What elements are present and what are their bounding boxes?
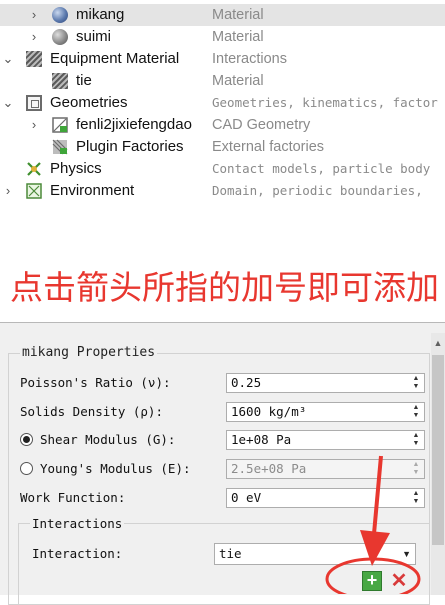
expand-arrow-icon[interactable]: ›	[2, 180, 14, 202]
tree-item-fenli2jixiefengdao[interactable]: › fenli2jixiefengdao CAD Geometry	[0, 114, 445, 136]
plugin-factory-icon	[52, 139, 68, 155]
shear-modulus-radio[interactable]	[20, 433, 33, 446]
tree-item-geometries[interactable]: ⌄ Geometries Geometries, kinematics, fac…	[0, 92, 445, 114]
tree-item-description: External factories	[212, 139, 325, 155]
properties-title: mikang Properties	[20, 345, 158, 360]
interaction-select[interactable]: tie ▼	[214, 543, 416, 565]
tree-item-description: CAD Geometry	[212, 117, 311, 133]
dropdown-arrow-icon[interactable]: ▼	[402, 544, 411, 564]
physics-icon	[27, 162, 41, 176]
material-ball-icon	[52, 7, 68, 23]
youngs-modulus-radio[interactable]	[20, 462, 33, 475]
tree-item-label: Equipment Material	[50, 50, 180, 67]
poisson-ratio-label: Poisson's Ratio (ν):	[20, 375, 171, 390]
tree-item-suimi[interactable]: › suimi Material	[0, 26, 445, 48]
youngs-modulus-spinbox: 2.5e+08 Pa ▲ ▼	[226, 459, 425, 479]
collapse-arrow-icon[interactable]: ⌄	[2, 92, 14, 114]
solids-density-value: 1600 kg/m³	[231, 404, 307, 419]
work-function-spinbox[interactable]: 0 eV ▲ ▼	[226, 488, 425, 508]
tree-item-description: Geometries, kinematics, factor	[212, 95, 438, 110]
cad-geometry-icon	[52, 117, 68, 133]
tree-item-description: Material	[212, 29, 264, 45]
tree-item-plugin-factories[interactable]: Plugin Factories External factories	[0, 136, 445, 158]
spin-arrows-icon: ▲ ▼	[412, 461, 420, 476]
expand-arrow-icon[interactable]: ›	[28, 26, 40, 48]
tree-item-description: Domain, periodic boundaries,	[212, 183, 423, 198]
expand-arrow-icon[interactable]: ›	[28, 114, 40, 136]
scroll-up-arrow-icon[interactable]: ▲	[431, 333, 445, 353]
material-ball-icon	[52, 29, 68, 45]
spin-arrows-icon[interactable]: ▲ ▼	[409, 375, 423, 391]
tree-item-mikang[interactable]: › mikang Material	[0, 4, 445, 26]
hatch-icon	[52, 73, 68, 89]
spin-arrows-icon[interactable]: ▲ ▼	[409, 404, 423, 420]
work-function-label: Work Function:	[20, 490, 126, 505]
tree-item-label: fenli2jixiefengdao	[76, 116, 192, 133]
spin-arrows-icon[interactable]: ▲ ▼	[409, 432, 423, 448]
solids-density-label: Solids Density (ρ):	[20, 404, 163, 419]
tree-item-label: Plugin Factories	[76, 138, 184, 155]
expand-arrow-icon[interactable]: ›	[28, 4, 40, 26]
youngs-modulus-value: 2.5e+08 Pa	[231, 461, 307, 476]
shear-modulus-value: 1e+08 Pa	[231, 432, 292, 447]
tree-item-label: Geometries	[50, 94, 128, 111]
tree-item-physics[interactable]: Physics Contact models, particle body	[0, 158, 445, 180]
hatch-icon	[26, 51, 42, 67]
poisson-ratio-spinbox[interactable]: 0.25 ▲ ▼	[226, 373, 425, 393]
work-function-value: 0 eV	[231, 490, 262, 505]
scrollbar-thumb[interactable]	[432, 355, 444, 545]
interaction-label: Interaction:	[32, 546, 123, 561]
poisson-ratio-value: 0.25	[231, 375, 262, 390]
tree-item-description: Interactions	[212, 51, 287, 67]
tree-item-label: Physics	[50, 160, 102, 177]
tree-item-equipment-material[interactable]: ⌄ Equipment Material Interactions	[0, 48, 445, 70]
geometry-icon	[26, 95, 42, 111]
interaction-value: tie	[219, 546, 242, 561]
interactions-title: Interactions	[30, 516, 125, 531]
tree-item-description: Material	[212, 7, 264, 23]
tree-item-label: mikang	[76, 6, 125, 23]
tree-item-tie[interactable]: tie Material	[0, 70, 445, 92]
add-interaction-button[interactable]: +	[362, 571, 382, 591]
project-tree: › mikang Material › suimi Material ⌄ Equ…	[0, 0, 445, 210]
shear-modulus-spinbox[interactable]: 1e+08 Pa ▲ ▼	[226, 430, 425, 450]
youngs-modulus-label: Young's Modulus (E):	[40, 461, 191, 476]
environment-icon	[26, 183, 42, 199]
properties-panel: mikang Properties ▲ Poisson's Ratio (ν):…	[0, 322, 445, 605]
tree-item-label: Environment	[50, 182, 135, 199]
solids-density-spinbox[interactable]: 1600 kg/m³ ▲ ▼	[226, 402, 425, 422]
remove-interaction-button[interactable]: ✕	[389, 571, 409, 591]
shear-modulus-label: Shear Modulus (G):	[40, 432, 176, 447]
tree-item-description: Material	[212, 73, 264, 89]
tree-item-environment[interactable]: › Environment Domain, periodic boundarie…	[0, 180, 445, 202]
tree-item-label: suimi	[76, 28, 112, 45]
tree-item-label: tie	[76, 72, 92, 89]
tree-item-description: Contact models, particle body	[212, 161, 431, 176]
spin-arrows-icon[interactable]: ▲ ▼	[409, 490, 423, 506]
annotation-text: 点击箭头所指的加号即可添加	[10, 269, 439, 306]
collapse-arrow-icon[interactable]: ⌄	[2, 48, 14, 70]
